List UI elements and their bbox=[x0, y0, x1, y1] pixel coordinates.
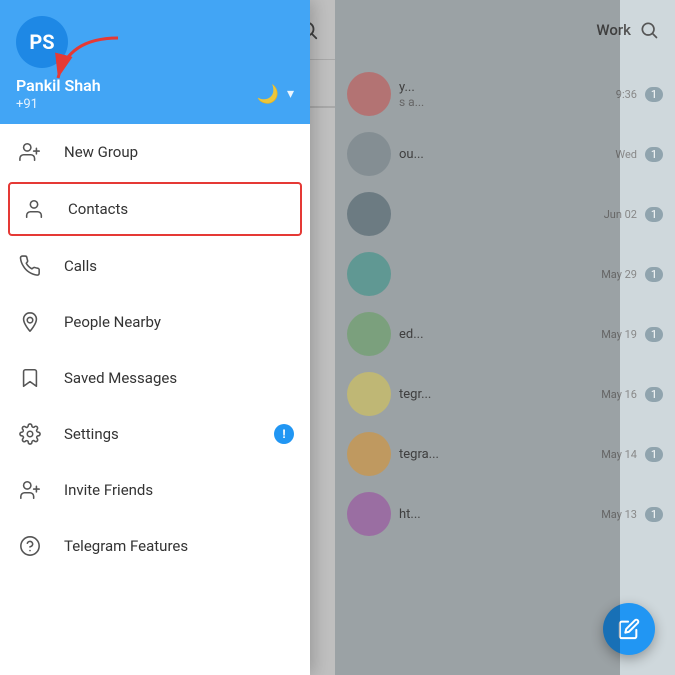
drawer-header: PS Pankil Shah +91 🌙 ▾ bbox=[0, 0, 310, 124]
chat-badge: 1 bbox=[645, 267, 663, 282]
chat-badge: 1 bbox=[645, 87, 663, 102]
chat-badge: 1 bbox=[645, 387, 663, 402]
pencil-icon bbox=[618, 618, 640, 640]
menu-item-invite-friends[interactable]: Invite Friends bbox=[0, 462, 310, 518]
chevron-down-icon[interactable]: ▾ bbox=[287, 86, 294, 102]
menu-badge-settings: ! bbox=[274, 424, 294, 444]
chat-badge: 1 bbox=[645, 507, 663, 522]
menu-label-new-group: New Group bbox=[64, 143, 294, 161]
menu-label-invite-friends: Invite Friends bbox=[64, 481, 294, 499]
drawer-avatar: PS bbox=[16, 16, 68, 68]
menu-label-calls: Calls bbox=[64, 257, 294, 275]
person-add-icon bbox=[16, 476, 44, 504]
menu-item-people-nearby[interactable]: People Nearby bbox=[0, 294, 310, 350]
people-plus-icon bbox=[16, 138, 44, 166]
bookmark-icon bbox=[16, 364, 44, 392]
menu-label-people-nearby: People Nearby bbox=[64, 313, 294, 331]
drawer-user-phone: +91 bbox=[16, 97, 101, 112]
menu-item-saved-messages[interactable]: Saved Messages bbox=[0, 350, 310, 406]
drawer-menu: New Group Contacts Calls People Nearby Saved… bbox=[0, 124, 310, 675]
menu-item-calls[interactable]: Calls bbox=[0, 238, 310, 294]
chat-badge: 1 bbox=[645, 207, 663, 222]
chat-badge: 1 bbox=[645, 327, 663, 342]
menu-item-contacts[interactable]: Contacts bbox=[8, 182, 302, 236]
question-icon bbox=[16, 532, 44, 560]
drawer-panel: PS Pankil Shah +91 🌙 ▾ New Group Contacts… bbox=[0, 0, 310, 675]
menu-label-settings: Settings bbox=[64, 425, 274, 443]
location-person-icon bbox=[16, 308, 44, 336]
night-mode-icon[interactable]: 🌙 bbox=[257, 84, 279, 105]
menu-item-telegram-features[interactable]: Telegram Features bbox=[0, 518, 310, 574]
menu-item-settings[interactable]: Settings! bbox=[0, 406, 310, 462]
menu-label-contacts: Contacts bbox=[68, 200, 290, 218]
person-icon bbox=[20, 195, 48, 223]
drawer-name-row: Pankil Shah +91 🌙 ▾ bbox=[16, 76, 294, 112]
menu-label-saved-messages: Saved Messages bbox=[64, 369, 294, 387]
chat-badge: 1 bbox=[645, 147, 663, 162]
phone-icon bbox=[16, 252, 44, 280]
side-drawer: PS Pankil Shah +91 🌙 ▾ New Group Contacts… bbox=[0, 0, 620, 675]
gear-icon bbox=[16, 420, 44, 448]
drawer-scrim[interactable] bbox=[310, 0, 620, 675]
menu-item-new-group[interactable]: New Group bbox=[0, 124, 310, 180]
drawer-user-info: Pankil Shah +91 bbox=[16, 76, 101, 112]
chat-badge: 1 bbox=[645, 447, 663, 462]
search-icon-right[interactable] bbox=[639, 20, 659, 40]
menu-label-telegram-features: Telegram Features bbox=[64, 537, 294, 555]
drawer-user-name: Pankil Shah bbox=[16, 76, 101, 95]
